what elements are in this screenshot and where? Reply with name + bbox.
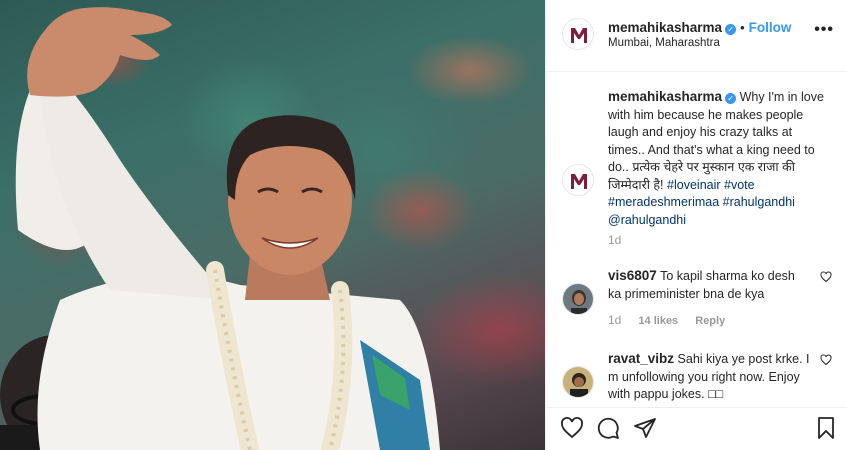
verified-badge-icon: ✓ — [725, 24, 737, 35]
commenter-avatar[interactable] — [562, 283, 594, 315]
share-icon[interactable] — [633, 416, 657, 440]
avatar-logo-icon — [563, 165, 593, 195]
avatar-photo-icon — [563, 284, 593, 314]
author-avatar[interactable] — [562, 18, 594, 50]
caption-body: Why I'm in love with him because he make… — [608, 90, 824, 192]
header-user-line: memahikasharma ✓ • Follow — [608, 19, 791, 37]
mention-link[interactable]: @rahulgandhi — [608, 213, 686, 227]
action-bar — [546, 407, 847, 450]
comments-area[interactable]: memahikasharma ✓ Why I'm in love with him… — [546, 72, 847, 407]
heart-icon[interactable] — [560, 416, 584, 440]
comment-timestamp[interactable]: 1d — [608, 313, 621, 327]
comment-icon[interactable] — [596, 416, 620, 440]
comment-likes-count[interactable]: 14 likes — [638, 315, 678, 327]
bookmark-icon[interactable] — [814, 416, 838, 440]
comment-like-heart-icon[interactable] — [820, 271, 832, 283]
post-location[interactable]: Mumbai, Maharashtra — [608, 37, 720, 49]
caption-avatar[interactable] — [562, 164, 594, 196]
hashtag-link[interactable]: #vote — [724, 178, 755, 192]
author-username[interactable]: memahikasharma — [608, 20, 722, 35]
caption-timestamp[interactable]: 1d — [608, 233, 621, 247]
separator-dot: • — [740, 20, 745, 35]
verified-badge-icon: ✓ — [725, 93, 737, 104]
post-photo[interactable] — [0, 0, 545, 450]
more-options-icon[interactable]: ••• — [814, 21, 834, 39]
comment-like-heart-icon[interactable] — [820, 354, 832, 366]
comment-text: vis6807 To kapil sharma ko desh ka prime… — [608, 267, 810, 303]
follow-button[interactable]: Follow — [749, 20, 792, 35]
comment-meta: 1d 14 likes Reply — [608, 313, 739, 327]
hashtag-link[interactable]: #rahulgandhi — [723, 195, 795, 209]
caption-username[interactable]: memahikasharma — [608, 89, 722, 104]
comment-reply-button[interactable]: Reply — [695, 315, 725, 327]
post-header: memahikasharma ✓ • Follow Mumbai, Maharasht… — [546, 0, 847, 72]
comment-username[interactable]: vis6807 — [608, 268, 657, 283]
photo-illustration — [0, 7, 440, 450]
comment-username[interactable]: ravat_vibz — [608, 351, 674, 366]
commenter-avatar[interactable] — [562, 366, 594, 398]
hashtag-link[interactable]: #meradeshmerimaa — [608, 195, 719, 209]
avatar-logo-icon — [563, 19, 593, 49]
hashtag-link[interactable]: #loveinair — [667, 178, 721, 192]
post-sidebar: memahikasharma ✓ • Follow Mumbai, Maharasht… — [545, 0, 847, 450]
comment-text: ravat_vibz Sahi kiya ye post krke. I m u… — [608, 350, 810, 404]
caption-text: memahikasharma ✓ Why I'm in love with him… — [608, 88, 824, 229]
avatar-photo-icon — [563, 367, 593, 397]
